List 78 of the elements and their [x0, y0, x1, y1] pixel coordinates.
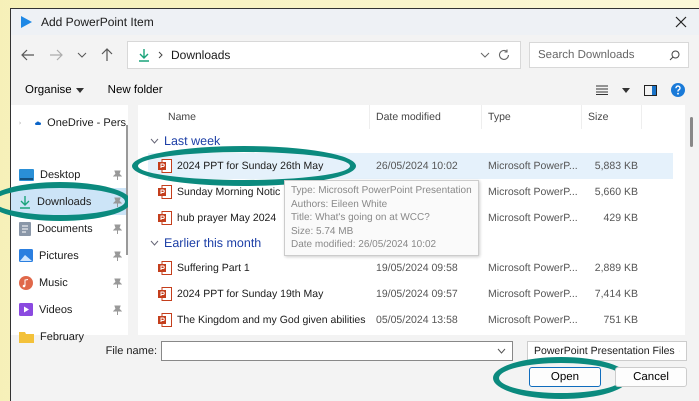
presentation-file-icon	[158, 185, 172, 199]
video-icon	[19, 303, 33, 316]
presentation-file-icon	[158, 287, 172, 301]
selected-file-row[interactable]: 2024 PPT for Sunday 26th May 26/05/2024 10:02 Microsoft PowerP... 5,883 KB	[148, 153, 673, 179]
organise-menu-button[interactable]: Organise	[25, 82, 84, 98]
play-logo-icon	[19, 15, 33, 29]
presentation-file-icon	[158, 159, 172, 173]
sidebar-item[interactable]: Pictures	[11, 242, 126, 269]
tooltip-line: Type: Microsoft PowerPoint Presentation	[291, 184, 472, 198]
file-size: 5,660 KB	[594, 186, 638, 198]
column-header[interactable]: Date modified	[370, 105, 482, 129]
tooltip-line: Date modified: 26/05/2024 10:02	[291, 238, 438, 252]
file-type-dropdown[interactable]: PowerPoint Presentation Files	[527, 341, 687, 361]
search-icon	[669, 50, 680, 61]
file-name[interactable]: Suffering Part 1	[177, 262, 250, 274]
presentation-file-icon	[158, 261, 172, 275]
date-modified: 19/05/2024 09:57	[376, 288, 458, 300]
file-size: 2,889 KB	[594, 262, 638, 274]
presentation-file-icon	[158, 313, 172, 327]
file-size: 5,883 KB	[594, 160, 638, 172]
desktop-icon	[19, 168, 34, 180]
file-type: Microsoft PowerP...	[488, 186, 578, 198]
up-arrow-icon[interactable]	[101, 48, 113, 62]
search-field[interactable]: Search Downloads	[529, 42, 689, 68]
window-title: Add PowerPoint Item	[41, 15, 154, 29]
file-size: 751 KB	[604, 314, 638, 326]
sidebar-item[interactable]: OneDrive - Pers	[11, 109, 126, 136]
help-icon[interactable]	[671, 83, 685, 97]
file-name[interactable]: Sunday Morning Notic	[177, 186, 280, 198]
sidebar-item[interactable]: Videos	[11, 296, 126, 323]
chevron-right-icon[interactable]	[19, 118, 22, 126]
column-header[interactable]: Name	[148, 105, 370, 129]
chevron-right-icon	[158, 51, 163, 59]
address-bar[interactable]: Downloads	[127, 41, 521, 69]
file-name[interactable]: 2024 PPT for Sunday 19th May	[177, 288, 324, 300]
file-name-label: File name:	[106, 345, 157, 357]
cancel-button[interactable]: Cancel	[615, 367, 687, 387]
refresh-icon[interactable]	[498, 49, 510, 61]
column-header[interactable]: Type	[482, 105, 582, 129]
view-list-icon[interactable]	[596, 85, 608, 95]
group-header[interactable]: Earlier this month	[164, 236, 262, 250]
column-header[interactable]: Size	[582, 105, 642, 129]
file-name[interactable]: The Kingdom and my God given abilities	[177, 314, 366, 326]
open-button[interactable]: Open	[529, 367, 601, 387]
sidebar-item[interactable]: Music	[11, 269, 126, 296]
date-modified: 26/05/2024 10:02	[376, 160, 458, 172]
file-type: Microsoft PowerP...	[488, 288, 578, 300]
picture-icon	[19, 249, 33, 262]
tooltip-line: Title: What's going on at WCC?	[291, 211, 431, 224]
folder-icon	[19, 330, 34, 342]
document-icon	[19, 222, 31, 236]
file-type: Microsoft PowerP...	[488, 160, 578, 172]
file-name[interactable]: hub prayer May 2024	[177, 212, 276, 224]
file-size: 7,414 KB	[594, 288, 638, 300]
date-modified: 05/05/2024 13:58	[376, 314, 458, 326]
file-type: Microsoft PowerP...	[488, 314, 578, 326]
download-arrow-icon	[19, 194, 31, 208]
file-name[interactable]: 2024 PPT for Sunday 26th May	[177, 160, 324, 172]
presentation-file-icon	[158, 211, 172, 225]
close-icon[interactable]	[675, 16, 687, 28]
file-type: Microsoft PowerP...	[488, 212, 578, 224]
group-header[interactable]: Last week	[164, 134, 220, 148]
music-note-icon	[19, 276, 33, 290]
new-folder-button[interactable]: New folder	[108, 82, 163, 98]
file-size: 429 KB	[604, 212, 638, 224]
path-segment[interactable]: Downloads	[171, 48, 230, 62]
sidebar-item[interactable]: Desktop	[11, 161, 126, 188]
caret-down-icon	[76, 88, 84, 92]
sidebar-item[interactable]: Documents	[11, 215, 126, 242]
file-type: Microsoft PowerP...	[488, 262, 578, 274]
preview-pane-icon[interactable]	[644, 84, 657, 96]
back-arrow-icon[interactable]	[21, 49, 35, 61]
caret-down-icon[interactable]	[622, 88, 630, 92]
file-name-field[interactable]	[161, 341, 513, 361]
date-modified: 19/05/2024 09:58	[376, 262, 458, 274]
tooltip-line: Size: 5.74 MB	[291, 224, 354, 238]
download-arrow-icon	[138, 48, 150, 62]
tooltip-line: Authors: Eileen White	[291, 198, 388, 211]
